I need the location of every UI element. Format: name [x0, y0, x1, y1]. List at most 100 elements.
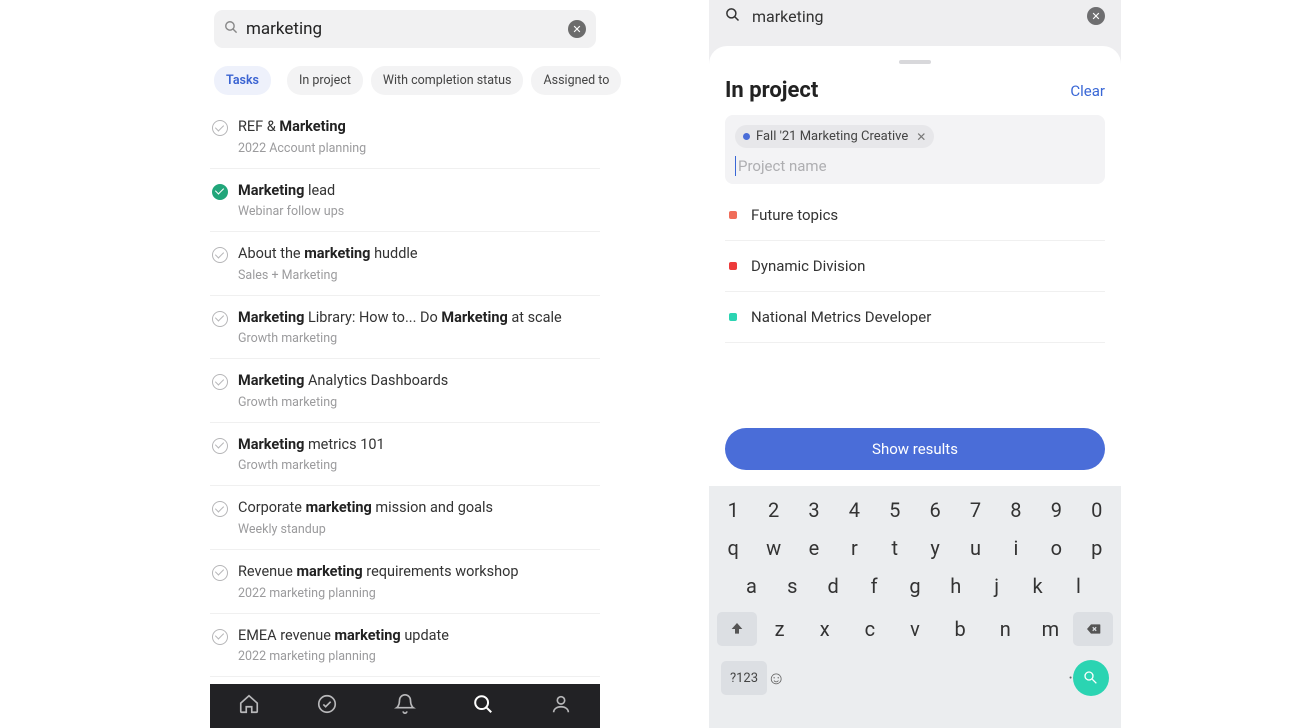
key-n[interactable]: n — [989, 617, 1021, 641]
key-k[interactable]: k — [1022, 574, 1054, 598]
project-row[interactable]: National Metrics Developer — [725, 292, 1105, 343]
key-5[interactable]: 5 — [879, 498, 911, 522]
shift-key[interactable] — [717, 612, 757, 646]
search-result-row[interactable]: EMEA revenue marketing update2022 market… — [210, 614, 600, 678]
key-j[interactable]: j — [981, 574, 1013, 598]
account-icon[interactable] — [550, 693, 572, 719]
search-result-row[interactable]: Marketing Analytics DashboardsGrowth mar… — [210, 359, 600, 423]
key-s[interactable]: s — [776, 574, 808, 598]
result-subtitle: 2022 marketing planning — [238, 586, 596, 601]
emoji-key[interactable]: ☺ — [767, 668, 785, 689]
key-o[interactable]: o — [1040, 536, 1072, 560]
search-results: REF & Marketing 2022 Account planning Mark… — [210, 105, 600, 677]
search-result-row[interactable]: REF & Marketing 2022 Account planning — [210, 105, 600, 169]
key-t[interactable]: t — [879, 536, 911, 560]
key-v[interactable]: v — [899, 617, 931, 641]
result-title: EMEA revenue marketing update — [238, 626, 596, 646]
key-m[interactable]: m — [1034, 617, 1066, 641]
project-row[interactable]: Dynamic Division — [725, 241, 1105, 292]
key-e[interactable]: e — [798, 536, 830, 560]
complete-check-icon[interactable] — [212, 501, 228, 517]
complete-check-icon[interactable] — [212, 438, 228, 454]
clear-button[interactable]: Clear — [1070, 82, 1105, 100]
search-result-row[interactable]: Marketing Library: How to... Do Marketin… — [210, 296, 600, 360]
key-r[interactable]: r — [838, 536, 870, 560]
inbox-icon[interactable] — [394, 693, 416, 719]
search-result-row[interactable]: Marketing metrics 101Growth marketing — [210, 423, 600, 487]
result-title: Revenue marketing requirements workshop — [238, 562, 596, 582]
chip-assigned[interactable]: Assigned to — [531, 66, 621, 95]
key-6[interactable]: 6 — [919, 498, 951, 522]
complete-check-icon[interactable] — [212, 374, 228, 390]
chip-completion[interactable]: With completion status — [371, 66, 524, 95]
project-color-dot — [743, 133, 750, 140]
key-w[interactable]: w — [758, 536, 790, 560]
key-1[interactable]: 1 — [717, 498, 749, 522]
search-result-row[interactable]: Revenue marketing requirements workshop 2… — [210, 550, 600, 614]
key-d[interactable]: d — [817, 574, 849, 598]
search-bar-right[interactable]: marketing ✕ — [709, 0, 1121, 32]
search-result-row[interactable]: About the marketing huddleSales + Market… — [210, 232, 600, 296]
result-subtitle: 2022 Account planning — [238, 141, 596, 156]
key-9[interactable]: 9 — [1040, 498, 1072, 522]
search-icon — [224, 20, 238, 38]
home-icon[interactable] — [238, 693, 260, 719]
search-result-row[interactable]: Corporate marketing mission and goals Wee… — [210, 486, 600, 550]
remove-token-icon[interactable]: ✕ — [916, 130, 926, 144]
complete-check-icon[interactable] — [212, 184, 228, 200]
project-token[interactable]: Fall '21 Marketing Creative ✕ — [735, 125, 934, 148]
key-p[interactable]: p — [1081, 536, 1113, 560]
key-0[interactable]: 0 — [1081, 498, 1113, 522]
key-f[interactable]: f — [858, 574, 890, 598]
result-title: Marketing lead — [238, 181, 596, 201]
key-x[interactable]: x — [809, 617, 841, 641]
result-subtitle: Weekly standup — [238, 522, 596, 537]
sheet-handle[interactable] — [899, 60, 931, 64]
complete-check-icon[interactable] — [212, 120, 228, 136]
search-tab-icon[interactable] — [472, 693, 494, 719]
complete-check-icon[interactable] — [212, 565, 228, 581]
result-title: Corporate marketing mission and goals — [238, 498, 596, 518]
key-y[interactable]: y — [919, 536, 951, 560]
key-8[interactable]: 8 — [1000, 498, 1032, 522]
key-4[interactable]: 4 — [838, 498, 870, 522]
result-title: Marketing Analytics Dashboards — [238, 371, 596, 391]
send-key[interactable] — [1073, 660, 1109, 696]
project-row[interactable]: Future topics — [725, 190, 1105, 241]
key-q[interactable]: q — [717, 536, 749, 560]
search-result-row[interactable]: Marketing lead Webinar follow ups — [210, 169, 600, 233]
project-name-input[interactable]: Project name — [735, 156, 1095, 176]
complete-check-icon[interactable] — [212, 629, 228, 645]
soft-keyboard: 1234567890 qwertyuiop asdfghjkl zxcvbnm … — [709, 486, 1121, 728]
search-bar[interactable]: marketing ✕ — [214, 10, 596, 48]
project-token-field[interactable]: Fall '21 Marketing Creative ✕ Project na… — [725, 115, 1105, 184]
key-z[interactable]: z — [764, 617, 796, 641]
symbols-key[interactable]: ?123 — [721, 661, 767, 695]
backspace-key[interactable] — [1073, 612, 1113, 646]
complete-check-icon[interactable] — [212, 311, 228, 327]
result-title: REF & Marketing — [238, 117, 596, 137]
clear-search-icon[interactable]: ✕ — [1087, 7, 1105, 25]
key-2[interactable]: 2 — [758, 498, 790, 522]
chip-in-project[interactable]: In project — [287, 66, 363, 95]
key-c[interactable]: c — [854, 617, 886, 641]
key-i[interactable]: i — [1000, 536, 1032, 560]
project-color-dot — [729, 313, 737, 321]
key-l[interactable]: l — [1062, 574, 1094, 598]
key-u[interactable]: u — [960, 536, 992, 560]
left-screenshot: marketing ✕ Tasks In project With comple… — [210, 0, 600, 728]
show-results-button[interactable]: Show results — [725, 428, 1105, 470]
chip-tasks[interactable]: Tasks — [214, 66, 271, 95]
search-query: marketing — [246, 19, 568, 39]
key-b[interactable]: b — [944, 617, 976, 641]
key-h[interactable]: h — [940, 574, 972, 598]
tasks-icon[interactable] — [316, 693, 338, 719]
key-a[interactable]: a — [735, 574, 767, 598]
result-subtitle: Webinar follow ups — [238, 204, 596, 219]
key-3[interactable]: 3 — [798, 498, 830, 522]
key-g[interactable]: g — [899, 574, 931, 598]
complete-check-icon[interactable] — [212, 247, 228, 263]
clear-search-icon[interactable]: ✕ — [568, 20, 586, 38]
key-7[interactable]: 7 — [960, 498, 992, 522]
in-project-sheet: In project Clear Fall '21 Marketing Crea… — [709, 46, 1121, 486]
